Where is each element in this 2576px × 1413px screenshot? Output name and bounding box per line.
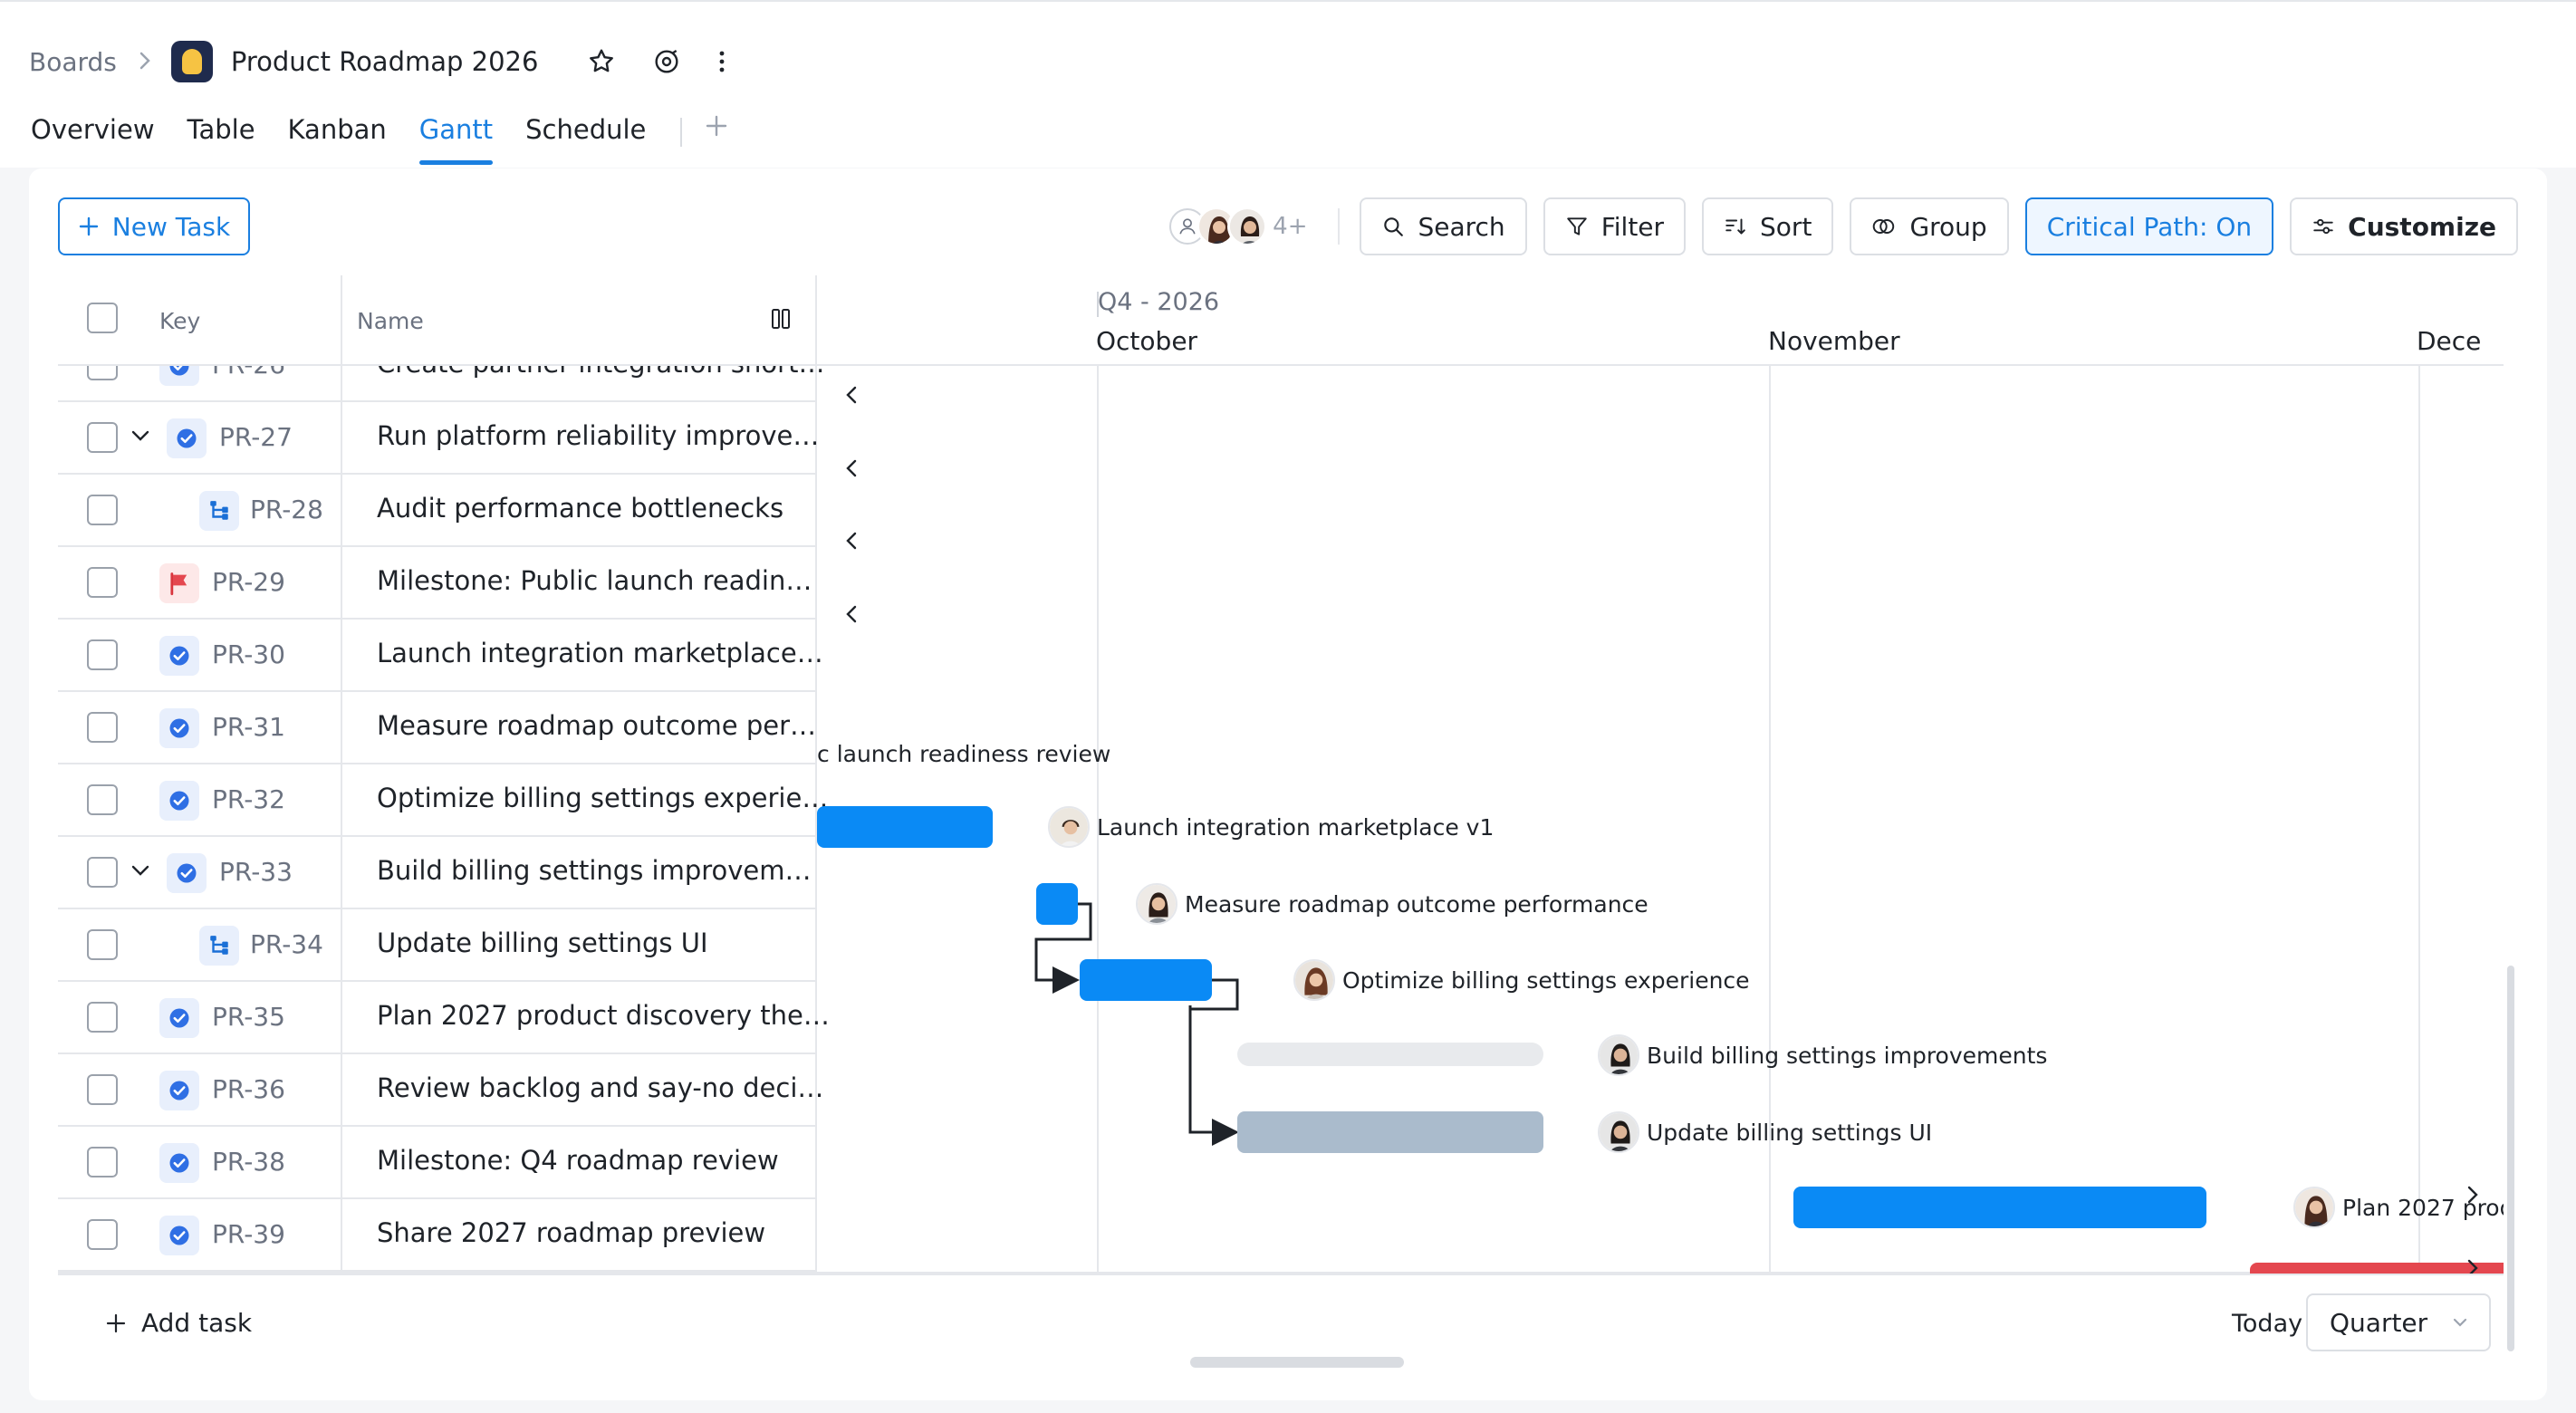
column-divider[interactable] xyxy=(815,275,817,366)
add-task-label: Add task xyxy=(141,1308,253,1338)
avatar xyxy=(1293,959,1335,1001)
chevron-left-icon[interactable] xyxy=(844,384,859,406)
tab-schedule[interactable]: Schedule xyxy=(525,114,646,165)
tab-kanban[interactable]: Kanban xyxy=(288,114,387,165)
add-task-button[interactable]: Add task xyxy=(105,1308,252,1338)
gantt-label-pr-29: c launch readiness review xyxy=(817,741,1110,767)
tab-divider xyxy=(680,118,683,147)
zoom-select-value: Quarter xyxy=(2330,1307,2428,1338)
gantt-label-text: Launch integration marketplace v1 xyxy=(1097,813,1495,841)
gantt-label-pr-33: Build billing settings improvements xyxy=(1598,1034,2047,1076)
gantt-grid: PR-26Create partner integration short…PR… xyxy=(58,275,2504,1274)
month-label-november: November xyxy=(1768,326,1900,356)
top-bar: Boards Product Roadmap 2026 Overview Tab… xyxy=(0,0,2576,168)
new-task-button[interactable]: New Task xyxy=(58,197,250,255)
search-icon xyxy=(1384,217,1404,236)
chevron-right-icon[interactable] xyxy=(2465,1257,2480,1274)
view-tabs: Overview Table Kanban Gantt Schedule xyxy=(31,114,729,165)
gantt-label-pr-31: Measure roadmap outcome performance xyxy=(1136,883,1648,925)
group-icon xyxy=(1873,219,1895,234)
gantt-label-text: Update billing settings UI xyxy=(1647,1119,1933,1146)
chevron-right-icon[interactable] xyxy=(2465,1184,2480,1206)
add-view-icon[interactable] xyxy=(704,111,729,147)
column-header-name[interactable]: Name xyxy=(357,308,424,334)
gantt-bar-pr-31[interactable] xyxy=(1036,883,1078,925)
tab-gantt[interactable]: Gantt xyxy=(418,114,494,165)
gantt-bar-pr-30[interactable] xyxy=(817,806,993,848)
search-button[interactable]: Search xyxy=(1360,197,1527,255)
breadcrumb: Boards Product Roadmap 2026 xyxy=(29,38,726,85)
new-task-label: New Task xyxy=(111,211,231,242)
gantt-label-text: c launch readiness review xyxy=(817,741,1111,767)
columns-toggle-icon[interactable] xyxy=(770,306,792,335)
grid-header: Key Name Q4 - 2026 October November Dece xyxy=(58,275,2504,366)
grid-footer: Add task Today Quarter xyxy=(58,1274,2504,1351)
sort-label: Sort xyxy=(1760,211,1812,242)
gantt-bar-pr-34[interactable] xyxy=(1237,1111,1543,1153)
avatar xyxy=(1598,1034,1639,1076)
board-title[interactable]: Product Roadmap 2026 xyxy=(231,46,539,77)
avatars-more-count[interactable]: 4+ xyxy=(1273,213,1307,240)
chevron-left-icon[interactable] xyxy=(844,603,859,625)
zoom-select[interactable]: Quarter xyxy=(2306,1293,2491,1351)
toolbar: 4+ Search Filter Sort Group Critical Pat… xyxy=(1169,197,2518,255)
breadcrumb-boards[interactable]: Boards xyxy=(29,47,117,77)
tab-table[interactable]: Table xyxy=(187,114,255,165)
group-label: Group xyxy=(1909,211,1987,242)
plus-icon xyxy=(106,1313,126,1332)
lightbulb-icon xyxy=(170,41,213,82)
today-button[interactable]: Today xyxy=(2232,1310,2302,1338)
customize-label: Customize xyxy=(2348,211,2496,242)
horizontal-scrollbar[interactable] xyxy=(1190,1357,1404,1368)
month-label-october: October xyxy=(1096,326,1198,356)
quarter-label: Q4 - 2026 xyxy=(1098,288,1220,316)
gantt-label-text: Build billing settings improvements xyxy=(1647,1042,2048,1069)
gantt-label-text: Optimize billing settings experience xyxy=(1342,966,1750,994)
sort-icon xyxy=(1725,218,1745,235)
select-all-checkbox[interactable] xyxy=(87,303,118,333)
gantt-label-text: Measure roadmap outcome performance xyxy=(1185,890,1648,918)
avatar xyxy=(1598,1111,1639,1153)
group-button[interactable]: Group xyxy=(1850,197,2009,255)
toolbar-divider xyxy=(1338,208,1341,245)
vertical-scrollbar[interactable] xyxy=(2507,966,2514,1351)
watch-icon[interactable] xyxy=(652,47,681,76)
tab-overview[interactable]: Overview xyxy=(31,114,155,165)
gantt-bar-pr-33[interactable] xyxy=(1237,1043,1543,1066)
star-icon[interactable] xyxy=(587,47,616,76)
chevron-left-icon[interactable] xyxy=(844,457,859,479)
critical-path-toggle[interactable]: Critical Path: On xyxy=(2024,197,2274,255)
chevron-right-icon xyxy=(139,47,151,77)
chevron-left-icon[interactable] xyxy=(844,530,859,552)
more-vertical-icon[interactable] xyxy=(717,48,726,75)
critical-path-label: Critical Path: On xyxy=(2046,211,2253,242)
assignee-avatars[interactable]: 4+ xyxy=(1169,207,1307,246)
column-divider[interactable] xyxy=(341,275,342,366)
gantt-panel: New Task 4+ Search Filter Sort Group Cri… xyxy=(29,168,2547,1400)
sort-button[interactable]: Sort xyxy=(1702,197,1834,255)
gantt-bar-pr-32[interactable] xyxy=(1080,959,1212,1001)
search-label: Search xyxy=(1418,211,1505,242)
column-header-key[interactable]: Key xyxy=(159,308,200,334)
gantt-bar-pr-35[interactable] xyxy=(1793,1187,2206,1228)
avatar xyxy=(1136,883,1177,925)
month-label-december: Dece xyxy=(2417,326,2482,356)
filter-label: Filter xyxy=(1600,211,1665,242)
sliders-icon xyxy=(2313,218,2333,235)
gantt-label-pr-34: Update billing settings UI xyxy=(1598,1111,1932,1153)
avatar xyxy=(2293,1187,2335,1228)
filter-icon xyxy=(1566,217,1587,236)
avatar[interactable] xyxy=(1227,207,1268,246)
avatar xyxy=(1048,806,1090,848)
gantt-label-pr-30: Launch integration marketplace v1 xyxy=(1048,806,1494,848)
filter-button[interactable]: Filter xyxy=(1543,197,1687,255)
plus-icon xyxy=(79,216,98,236)
chevron-down-icon xyxy=(2453,1318,2467,1327)
gantt-label-pr-32: Optimize billing settings experience xyxy=(1293,959,1750,1001)
customize-button[interactable]: Customize xyxy=(2290,197,2518,255)
